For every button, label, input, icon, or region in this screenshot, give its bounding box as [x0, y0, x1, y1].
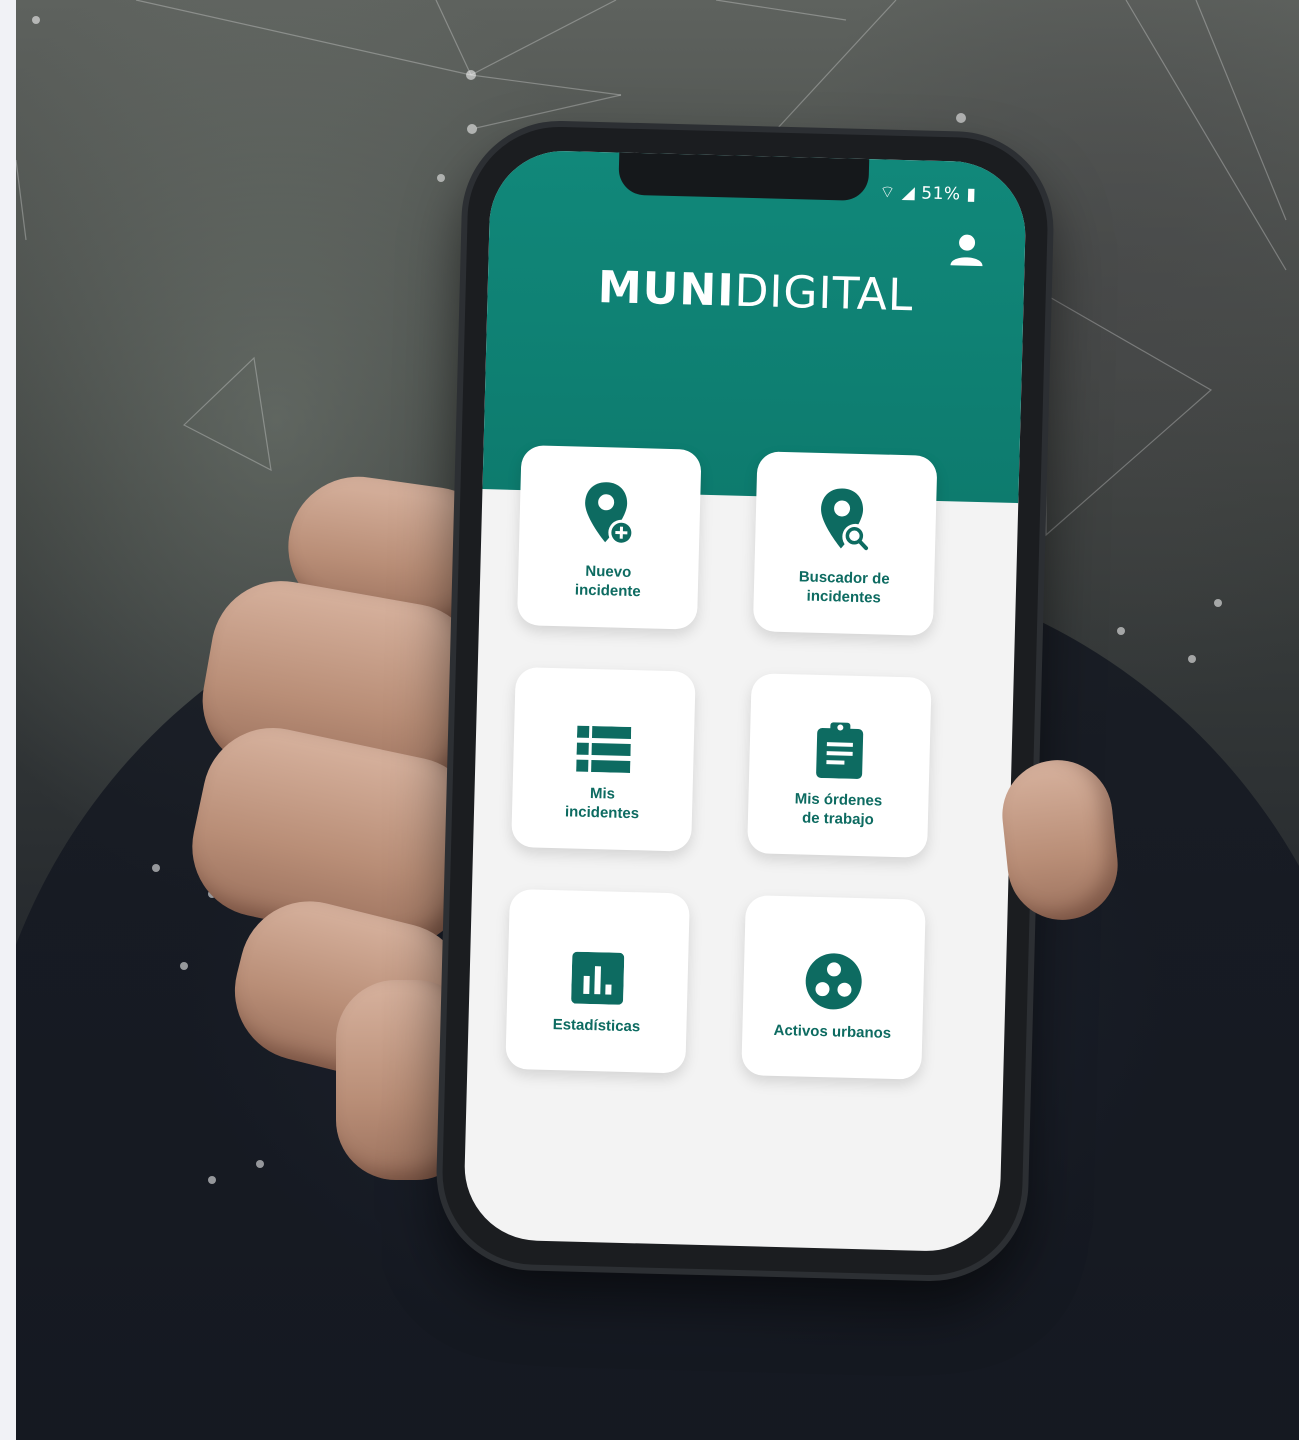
assets-circle-icon	[804, 933, 864, 1010]
battery-level: 51%	[921, 183, 961, 205]
map-pin-plus-icon	[581, 474, 639, 551]
phone-notch	[618, 152, 870, 202]
my-work-orders-button[interactable]: Mis órdenes de trabajo	[747, 673, 932, 858]
map-pin-search-icon	[817, 480, 875, 557]
new-incident-button[interactable]: Nuevo incidente	[516, 445, 702, 630]
bar-chart-icon	[571, 927, 625, 1005]
list-icon	[576, 696, 632, 774]
signal-icon: ◢	[901, 182, 916, 204]
tile-label: Buscador de incidentes	[798, 568, 890, 607]
app-screen: ⌔ ◢ 51% ▮ MUNIDIGITAL Nuevo incidente Bu…	[462, 149, 1028, 1253]
tile-label: Activos urbanos	[773, 1021, 892, 1042]
battery-icon: ▮	[966, 184, 977, 205]
tile-label: Mis órdenes de trabajo	[794, 790, 883, 829]
smartphone: ⌔ ◢ 51% ▮ MUNIDIGITAL Nuevo incidente Bu…	[440, 124, 1050, 1278]
clipboard-icon	[814, 702, 866, 779]
tile-label: Estadísticas	[552, 1015, 641, 1035]
wifi-icon: ⌔	[879, 182, 897, 203]
status-bar: ⌔ ◢ 51% ▮	[879, 181, 976, 205]
menu-grid: Nuevo incidente Buscador de incidentes M…	[505, 445, 953, 1080]
brand-light: DIGITAL	[733, 265, 915, 322]
search-incidents-button[interactable]: Buscador de incidentes	[752, 451, 938, 636]
urban-assets-button[interactable]: Activos urbanos	[741, 895, 926, 1080]
user-profile-icon[interactable]	[948, 231, 985, 273]
my-incidents-button[interactable]: Mis incidentes	[511, 666, 696, 852]
tile-label: Nuevo incidente	[574, 562, 641, 601]
statistics-button[interactable]: Estadísticas	[505, 888, 690, 1074]
brand-bold: MUNI	[597, 262, 736, 317]
tile-label: Mis incidentes	[564, 784, 640, 823]
